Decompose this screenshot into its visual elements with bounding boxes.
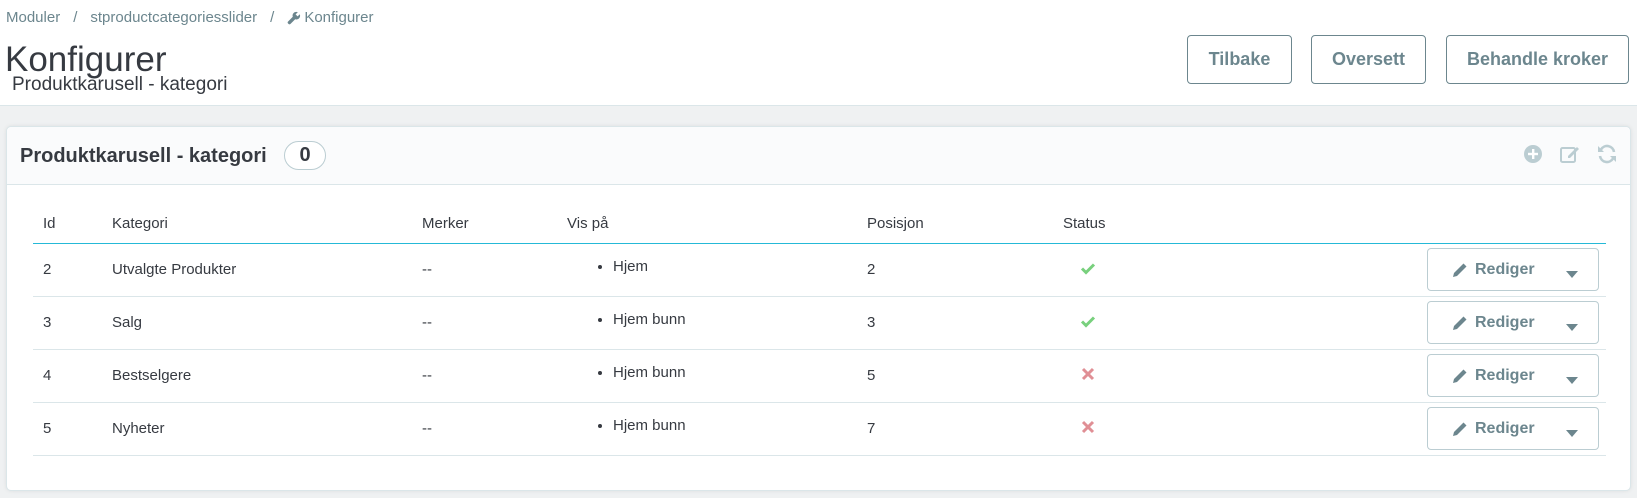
cross-icon[interactable] xyxy=(1080,419,1096,435)
column-header-position[interactable]: Posisjon xyxy=(857,205,1053,244)
breadcrumb-item-modules[interactable]: Moduler xyxy=(6,9,60,26)
pencil-icon xyxy=(1451,367,1469,385)
edit-button[interactable]: Rediger xyxy=(1427,301,1599,344)
cell-brands: -- xyxy=(412,402,557,456)
column-header-status[interactable]: Status xyxy=(1053,205,1163,244)
cell-brands: -- xyxy=(412,349,557,403)
cell-display-on: Hjem bunn xyxy=(557,402,857,456)
cell-status xyxy=(1053,349,1163,403)
table-row[interactable]: 4 Bestselgere -- Hjem bunn 5 Rediger xyxy=(33,349,1606,403)
edit-button-label: Rediger xyxy=(1475,419,1535,437)
breadcrumb: Moduler / stproductcategoriesslider / Ko… xyxy=(6,9,374,26)
cell-position: 2 xyxy=(857,243,1053,297)
column-header-actions xyxy=(1163,205,1606,244)
table-row[interactable]: 3 Salg -- Hjem bunn 3 Rediger xyxy=(33,296,1606,350)
translate-button[interactable]: Oversett xyxy=(1311,35,1426,84)
cell-category: Bestselgere xyxy=(102,349,412,403)
cell-position: 7 xyxy=(857,402,1053,456)
edit-button-label: Rediger xyxy=(1475,260,1535,278)
caret-down-icon[interactable] xyxy=(1566,372,1578,384)
edit-button-label: Rediger xyxy=(1475,366,1535,384)
edit-button[interactable]: Rediger xyxy=(1427,354,1599,397)
panel-title: Produktkarusell - kategori xyxy=(20,145,267,167)
cell-category: Utvalgte Produkter xyxy=(102,243,412,297)
cell-display-on: Hjem xyxy=(557,243,857,297)
cell-id: 4 xyxy=(33,349,102,403)
cell-position: 3 xyxy=(857,296,1053,350)
breadcrumb-item-module[interactable]: stproductcategoriesslider xyxy=(90,9,257,26)
column-header-display-on[interactable]: Vis på xyxy=(557,205,857,244)
wrench-icon xyxy=(287,11,301,25)
edit-button[interactable]: Rediger xyxy=(1427,248,1599,291)
cell-status xyxy=(1053,296,1163,350)
breadcrumb-item-configure: Konfigurer xyxy=(304,9,374,26)
column-header-id[interactable]: Id xyxy=(33,205,102,244)
header-toolbar: Moduler / stproductcategoriesslider / Ko… xyxy=(0,0,1637,106)
cell-status xyxy=(1053,402,1163,456)
table-header-row: Id Kategori Merker Vis på Posisjon Statu… xyxy=(33,205,1606,244)
cross-icon[interactable] xyxy=(1080,366,1096,382)
pencil-icon xyxy=(1451,261,1469,279)
cell-id: 5 xyxy=(33,402,102,456)
panel-header: Produktkarusell - kategori 0 xyxy=(7,127,1630,185)
cell-actions: Rediger xyxy=(1163,349,1606,403)
cell-id: 2 xyxy=(33,243,102,297)
back-button[interactable]: Tilbake xyxy=(1187,35,1292,84)
add-icon[interactable] xyxy=(1522,143,1544,165)
table-row[interactable]: 5 Nyheter -- Hjem bunn 7 Rediger xyxy=(33,402,1606,456)
check-icon[interactable] xyxy=(1080,260,1096,276)
breadcrumb-separator: / xyxy=(270,9,275,26)
page-subtitle: Produktkarusell - kategori xyxy=(12,74,228,95)
display-on-item: Hjem xyxy=(613,258,857,275)
edit-button-label: Rediger xyxy=(1475,313,1535,331)
cell-brands: -- xyxy=(412,296,557,350)
cell-display-on: Hjem bunn xyxy=(557,349,857,403)
display-on-item: Hjem bunn xyxy=(613,311,857,328)
refresh-icon[interactable] xyxy=(1596,143,1618,165)
display-on-item: Hjem bunn xyxy=(613,364,857,381)
column-header-brands[interactable]: Merker xyxy=(412,205,557,244)
cell-display-on: Hjem bunn xyxy=(557,296,857,350)
caret-down-icon[interactable] xyxy=(1566,266,1578,278)
check-icon[interactable] xyxy=(1080,313,1096,329)
panel-toolbar xyxy=(1522,143,1618,165)
edit-button[interactable]: Rediger xyxy=(1427,407,1599,450)
pencil-icon xyxy=(1451,420,1469,438)
count-badge: 0 xyxy=(284,141,326,170)
breadcrumb-separator: / xyxy=(73,9,78,26)
display-on-item: Hjem bunn xyxy=(613,417,857,434)
cell-category: Salg xyxy=(102,296,412,350)
category-table: Id Kategori Merker Vis på Posisjon Statu… xyxy=(33,205,1606,456)
cell-category: Nyheter xyxy=(102,402,412,456)
column-header-category[interactable]: Kategori xyxy=(102,205,412,244)
cell-brands: -- xyxy=(412,243,557,297)
cell-actions: Rediger xyxy=(1163,402,1606,456)
cell-actions: Rediger xyxy=(1163,296,1606,350)
manage-hooks-button[interactable]: Behandle kroker xyxy=(1446,35,1629,84)
cell-status xyxy=(1053,243,1163,297)
edit-icon[interactable] xyxy=(1559,143,1581,165)
caret-down-icon[interactable] xyxy=(1566,425,1578,437)
cell-position: 5 xyxy=(857,349,1053,403)
pencil-icon xyxy=(1451,314,1469,332)
cell-id: 3 xyxy=(33,296,102,350)
caret-down-icon[interactable] xyxy=(1566,319,1578,331)
cell-actions: Rediger xyxy=(1163,243,1606,297)
list-panel: Produktkarusell - kategori 0 Id Kategori… xyxy=(6,126,1631,491)
table-row[interactable]: 2 Utvalgte Produkter -- Hjem 2 Rediger xyxy=(33,243,1606,297)
